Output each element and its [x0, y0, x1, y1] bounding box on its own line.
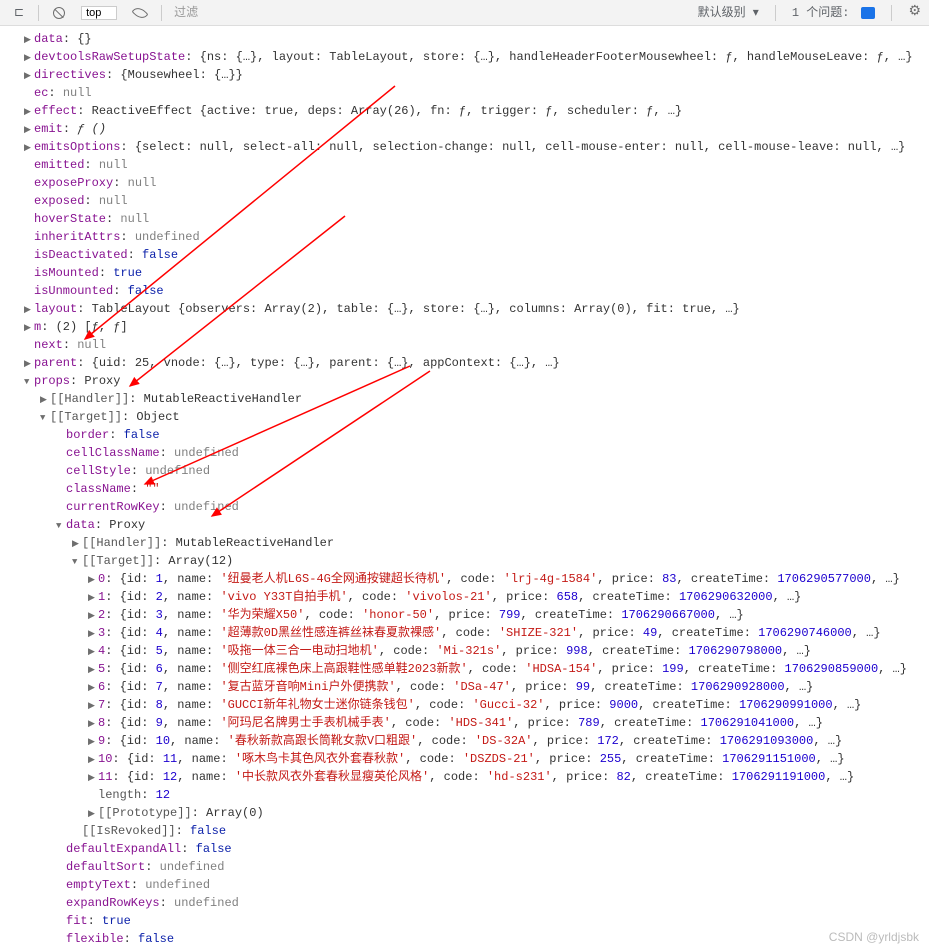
expand-icon[interactable] [24, 138, 34, 156]
expand-icon[interactable] [40, 390, 50, 408]
expand-icon[interactable] [88, 714, 98, 732]
expand-icon[interactable] [88, 642, 98, 660]
expand-icon[interactable] [24, 120, 34, 138]
issues-label[interactable]: 1 个问题: [792, 4, 850, 22]
array-item-row: 4: {id: 5, name: '吸拖一体三合一电动扫地机', code: '… [8, 642, 929, 660]
expand-icon[interactable] [24, 354, 34, 372]
expand-icon[interactable] [24, 300, 34, 318]
expand-icon[interactable] [72, 552, 82, 570]
array-item-row: 9: {id: 10, name: '春秋新款高跟长筒靴女款V口粗跟', cod… [8, 732, 929, 750]
expand-icon[interactable] [24, 30, 34, 48]
live-expression-icon[interactable] [127, 6, 153, 20]
watermark: CSDN @yrldjsbk [829, 928, 919, 946]
array-item-row: 5: {id: 6, name: '侧空红底裸色床上高跟鞋性感单鞋2023新款'… [8, 660, 929, 678]
expand-icon[interactable] [24, 102, 34, 120]
expand-icon[interactable] [88, 732, 98, 750]
console-toolbar: ⊏ top 过滤 默认级别 ▾ 1 个问题: ⚙ [0, 0, 929, 26]
expand-icon[interactable] [24, 48, 34, 66]
expand-icon[interactable] [56, 516, 66, 534]
array-item-row: 1: {id: 2, name: 'vivo Y33T自拍手机', code: … [8, 588, 929, 606]
sidebar-toggle-icon[interactable]: ⊏ [8, 2, 30, 24]
array-item-row: 2: {id: 3, name: '华为荣耀X50', code: 'honor… [8, 606, 929, 624]
expand-icon[interactable] [88, 768, 98, 786]
array-item-row: 0: {id: 1, name: '纽曼老人机L6S-4G全网通按键超长待机',… [8, 570, 929, 588]
expand-icon[interactable] [72, 534, 82, 552]
expand-icon[interactable] [24, 66, 34, 84]
expand-icon[interactable] [88, 678, 98, 696]
expand-icon[interactable] [88, 624, 98, 642]
expand-icon[interactable] [88, 696, 98, 714]
context-selector[interactable]: top [75, 4, 123, 22]
expand-icon[interactable] [24, 318, 34, 336]
expand-icon[interactable] [88, 750, 98, 768]
console-output: data: {} devtoolsRawSetupState: {ns: {…}… [0, 26, 929, 952]
expand-icon[interactable] [88, 804, 98, 822]
filter-input[interactable]: 过滤 [170, 4, 694, 22]
expand-icon[interactable] [40, 408, 50, 426]
expand-icon[interactable] [88, 588, 98, 606]
array-item-row: 11: {id: 12, name: '中长款风衣外套春秋显瘦英伦风格', co… [8, 768, 929, 786]
clear-console-icon[interactable] [47, 5, 71, 21]
expand-icon[interactable] [88, 660, 98, 678]
array-item-row: 8: {id: 9, name: '阿玛尼名牌男士手表机械手表', code: … [8, 714, 929, 732]
settings-icon[interactable]: ⚙ [908, 2, 921, 23]
expand-icon[interactable] [88, 570, 98, 588]
array-item-row: 3: {id: 4, name: '超薄款0D黑丝性感连裤丝袜春夏款裸感', c… [8, 624, 929, 642]
issues-icon[interactable] [861, 7, 875, 19]
array-item-row: 7: {id: 8, name: 'GUCCI新年礼物女士迷你链条钱包', co… [8, 696, 929, 714]
expand-icon[interactable] [24, 372, 34, 390]
array-item-row: 10: {id: 11, name: '啄木鸟卡其色风衣外套春秋款', code… [8, 750, 929, 768]
array-item-row: 6: {id: 7, name: '复古蓝牙音响Mini户外便携款', code… [8, 678, 929, 696]
log-levels[interactable]: 默认级别 ▾ [698, 4, 759, 22]
context-select[interactable]: top [81, 6, 117, 20]
expand-icon[interactable] [88, 606, 98, 624]
